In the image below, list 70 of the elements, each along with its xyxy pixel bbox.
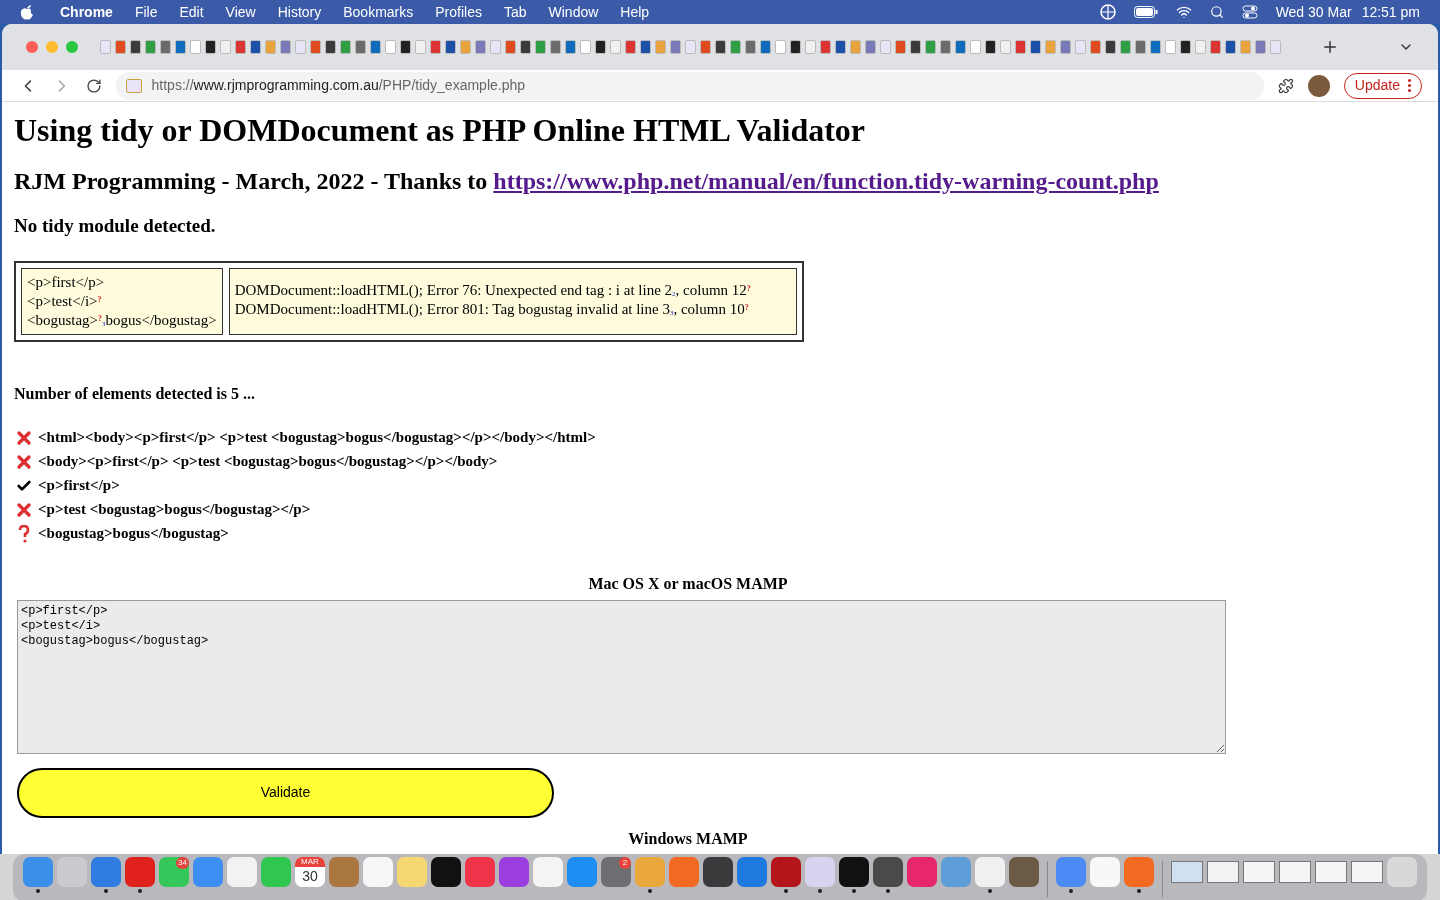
- error-line: DOMDocument::loadHTML(); Error 76: Unexpected end tag : i at line 2$_{2}$, column 12$^{?}$: [234, 280, 752, 300]
- app-icon[interactable]: [873, 857, 903, 893]
- favicon-tab-icon[interactable]: [1225, 40, 1236, 54]
- globe-icon[interactable]: [1099, 4, 1116, 20]
- profile-avatar[interactable]: [1308, 74, 1330, 97]
- result-text: <html><body><p>first</p> <p>test <bogustag>bogus</bogustag></p></body></html>: [38, 428, 596, 448]
- battery-icon[interactable]: [1133, 6, 1158, 18]
- favicon-tab-icon[interactable]: [130, 40, 141, 54]
- menu-item[interactable]: History: [277, 1, 322, 23]
- url-text: https://www.rjmprogramming.com.au/PHP/tidy_example.php: [151, 76, 526, 95]
- manual-link[interactable]: https://www.php.net/manual/en/function.tidy-warning-count.php: [493, 168, 1159, 194]
- reload-icon[interactable]: [85, 77, 102, 94]
- address-bar[interactable]: https://www.rjmprogramming.com.au/PHP/tidy_example.php: [115, 71, 1265, 100]
- menu-item[interactable]: Window: [548, 1, 599, 23]
- search-icon[interactable]: [1209, 5, 1224, 19]
- favicon-tab-icon[interactable]: [1105, 40, 1116, 54]
- error-line: DOMDocument::loadHTML(); Error 801: Tag bogustag invalid at line 3$_{3}$, column 10$^{?}$: [234, 299, 750, 319]
- page-subtitle: RJM Programming - March, 2022 - Thanks to https://www.php.net/manual/en/function.tidy-warning-count.php: [14, 167, 1160, 196]
- source-line: <p>first</p>: [27, 272, 106, 292]
- favicon-tab-icon[interactable]: [325, 40, 336, 54]
- favicon-tab-icon[interactable]: [640, 40, 651, 54]
- app-menu[interactable]: Chrome: [60, 1, 113, 23]
- section-heading: Windows MAMP: [627, 829, 749, 848]
- menu-item[interactable]: Tab: [503, 1, 527, 23]
- menu-item[interactable]: Profiles: [435, 1, 482, 23]
- result-text: <body><p>first</p> <p>test <bogustag>bogus</bogustag></p></body>: [38, 452, 498, 472]
- favicon-tab-icon[interactable]: [910, 40, 921, 54]
- favicon-tab-icon[interactable]: [595, 40, 606, 54]
- more-icon: [1408, 79, 1411, 92]
- favicon-tab-icon[interactable]: [1180, 40, 1191, 54]
- result-text: <p>first</p>: [38, 476, 120, 496]
- favicon-tab-icon[interactable]: [445, 40, 456, 54]
- source-line: <p>test</i>$^{?}$: [27, 291, 103, 311]
- menu-item[interactable]: View: [225, 1, 256, 23]
- menu-bar-time[interactable]: 12:51 pm: [1361, 1, 1420, 23]
- menu-item[interactable]: Edit: [179, 1, 204, 23]
- toggles-icon[interactable]: [1241, 5, 1258, 19]
- favicon-tab-icon[interactable]: [985, 40, 996, 54]
- favicon-tab-icon[interactable]: [250, 40, 261, 54]
- extensions-icon[interactable]: [1278, 77, 1295, 94]
- site-favicon-icon: [125, 78, 142, 93]
- close-window-icon[interactable]: [26, 41, 38, 53]
- favicon-tab-icon[interactable]: [520, 40, 531, 54]
- html-input-field[interactable]: <p>first</p> <p>test</i> <bogustag>bogus</bogustag>: [17, 599, 1226, 754]
- favicon-tab-icon[interactable]: [400, 40, 411, 54]
- question-mark-icon: [18, 524, 30, 543]
- section-heading: Mac OS X or macOS MAMP: [587, 573, 789, 594]
- wifi-icon[interactable]: [1175, 4, 1192, 20]
- menu-bar-date[interactable]: Wed 30 Mar: [1275, 1, 1352, 23]
- page-title: Using tidy or DOMDocument as PHP Online HTML Validator: [14, 112, 867, 148]
- dock-divider: [1047, 861, 1048, 897]
- app-icon[interactable]: [839, 857, 869, 893]
- favicon-tab-icon[interactable]: [790, 40, 801, 54]
- favicon-tab-icon[interactable]: [715, 40, 726, 54]
- notice-text: No tidy module detected.: [14, 214, 217, 238]
- menu-item[interactable]: File: [134, 1, 158, 23]
- menu-item[interactable]: Bookmarks: [343, 1, 414, 23]
- favicon-tab-icon[interactable]: [205, 40, 216, 54]
- apple-icon[interactable]: [20, 4, 34, 20]
- zoom-window-icon[interactable]: [66, 41, 78, 53]
- element-count: Number of elements detected is 5 ...: [14, 383, 256, 404]
- source-line: <bogustag>$^{?}$ $_{3}$bogus</bogustag>: [27, 310, 217, 330]
- dock-divider: [1162, 861, 1163, 897]
- favicon-tab-icon[interactable]: [1030, 40, 1041, 54]
- favicon-tab-icon[interactable]: [835, 40, 846, 54]
- menu-item[interactable]: Help: [620, 1, 650, 23]
- new-tab-icon[interactable]: [1321, 38, 1339, 56]
- result-text: <p>test <bogustag>bogus</bogustag></p>: [38, 500, 311, 520]
- result-text: <bogustag>bogus</bogustag>: [38, 524, 229, 544]
- validate-button[interactable]: Validate: [17, 767, 554, 818]
